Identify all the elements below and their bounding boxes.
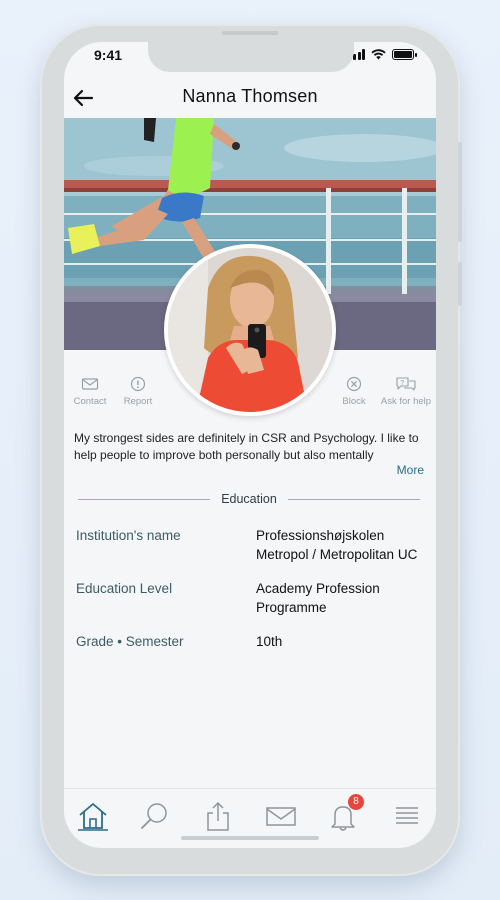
avatar-photo xyxy=(168,248,332,412)
home-indicator xyxy=(181,836,319,840)
institution-value: Professionshøjskolen Metropol / Metropol… xyxy=(256,528,418,562)
home-icon[interactable] xyxy=(76,799,110,833)
bio-text: My strongest sides are definitely in CSR… xyxy=(74,431,419,462)
education-level-value: Academy Profession Programme xyxy=(256,581,380,615)
notifications-button[interactable]: 8 xyxy=(326,794,364,833)
divider xyxy=(288,499,420,500)
notch xyxy=(148,42,354,72)
mail-icon xyxy=(81,378,99,390)
grade-semester-value: 10th xyxy=(256,634,283,649)
header: Nanna Thomsen xyxy=(64,78,436,118)
education-level-label: Education Level xyxy=(76,581,173,596)
ask-for-help-button[interactable]: ? Ask for help xyxy=(376,376,436,407)
report-button[interactable]: Report xyxy=(108,376,168,407)
block-button[interactable]: Block xyxy=(324,376,384,407)
block-icon xyxy=(346,376,362,392)
education-row: Education Level Academy Profession Progr… xyxy=(76,579,426,617)
grade-semester-label: Grade • Semester xyxy=(76,634,184,649)
education-row: Institution's name Professionshøjskolen … xyxy=(76,526,426,564)
wifi-icon xyxy=(371,49,386,60)
ask-for-help-label: Ask for help xyxy=(380,396,432,407)
info-icon xyxy=(130,376,146,392)
notification-badge: 8 xyxy=(348,794,364,810)
page-title: Nanna Thomsen xyxy=(182,86,318,106)
report-label: Report xyxy=(123,396,153,407)
share-icon[interactable] xyxy=(201,799,235,833)
phone-side-button xyxy=(458,262,462,306)
messages-icon[interactable] xyxy=(264,799,298,833)
phone-screen: 9:41 Nanna Thomsen Contact Report Block … xyxy=(64,42,436,848)
avatar xyxy=(164,244,336,416)
education-details: Institution's name Professionshøjskolen … xyxy=(76,526,426,666)
earpiece-speaker xyxy=(222,31,278,35)
block-label: Block xyxy=(342,396,366,407)
education-section-header: Education xyxy=(78,490,420,510)
status-time: 9:41 xyxy=(94,47,123,63)
education-row: Grade • Semester 10th xyxy=(76,632,426,651)
help-chat-icon: ? xyxy=(396,377,416,391)
menu-icon[interactable] xyxy=(390,799,424,833)
institution-label: Institution's name xyxy=(76,528,181,543)
status-icons xyxy=(348,49,417,60)
phone-side-button xyxy=(458,142,462,242)
search-icon[interactable] xyxy=(138,799,172,833)
svg-text:?: ? xyxy=(400,380,404,387)
more-link[interactable]: More xyxy=(397,463,424,477)
battery-icon xyxy=(392,49,417,60)
